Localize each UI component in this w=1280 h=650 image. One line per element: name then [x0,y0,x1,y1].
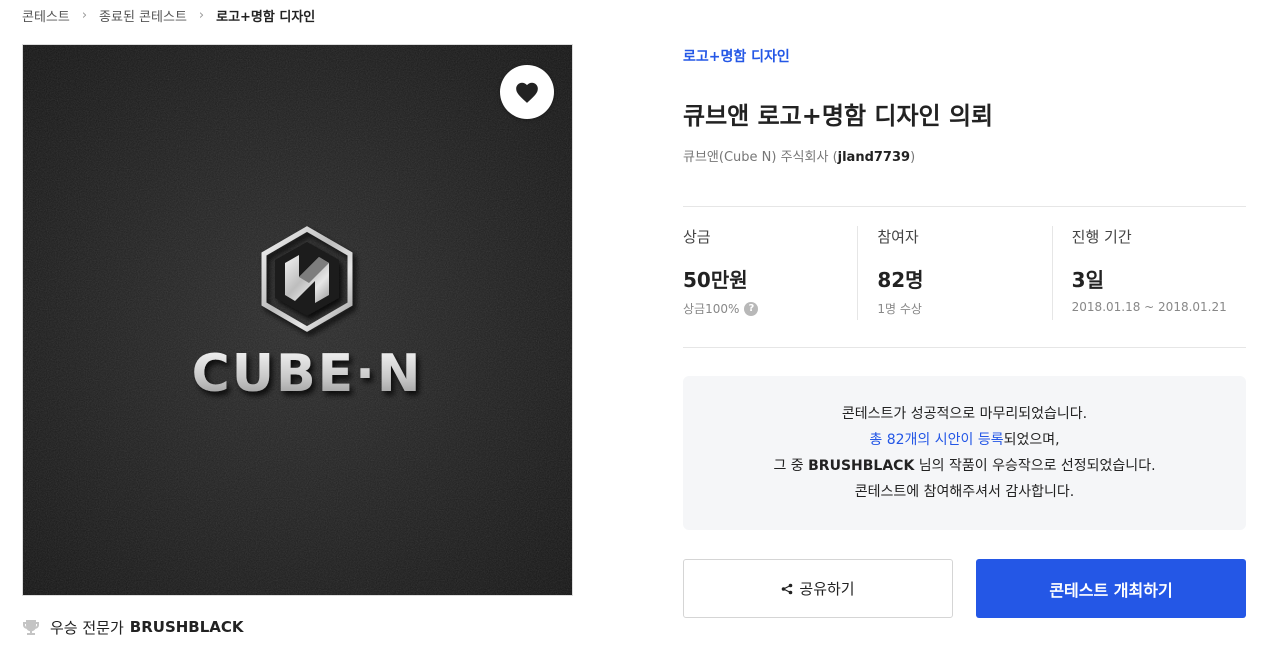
contest-result-notice: 콘테스트가 성공적으로 마무리되었습니다. 총 82개의 시안이 등록되었으며,… [683,376,1246,530]
heart-icon [516,82,538,103]
winner-name[interactable]: BRUSHBLACK [130,618,244,636]
breadcrumb-item-contest[interactable]: 콘테스트 [22,6,70,25]
contest-title: 큐브앤 로고+명함 디자인 의뢰 [683,102,994,130]
stat-participants-sub: 1명 수상 [877,302,922,316]
notice-line-4: 콘테스트에 참여해주셔서 감사합니다. [854,484,1075,500]
contest-winning-image[interactable]: CUBE·N [22,44,573,596]
client-company: 큐브앤(Cube N) 주식회사 [683,150,829,165]
notice-line-3-post: 님의 작품이 우승작으로 선정되었습니다. [914,458,1156,474]
logo-text: CUBE·N [192,344,423,404]
winner-info: 우승 전문가 BRUSHBLACK [22,616,244,638]
client-info: 큐브앤(Cube N) 주식회사 (jland7739) [683,146,915,165]
stat-prize-sub-text: 상금100% [683,302,740,316]
stat-prize-sub: 상금100% ? [683,300,857,317]
notice-line-2: 총 82개의 시안이 등록되었으며, [869,427,1059,453]
cube-n-logo-image: CUBE·N [23,45,572,595]
breadcrumb: 콘테스트 › 종료된 콘테스트 › 로고+명함 디자인 [22,5,315,25]
stat-prize-label: 상금 [683,228,711,246]
host-contest-button-label: 콘테스트 개최하기 [1049,580,1173,600]
stat-participants: 참여자 82명 1명 수상 [857,226,1051,320]
contest-stats: 상금 50만원 상금100% ? 참여자 82명 1명 수상 진행 기간 3일 … [683,226,1246,320]
stat-duration: 진행 기간 3일 2018.01.18 ~ 2018.01.21 [1051,226,1246,320]
divider [683,206,1246,207]
notice-line-3-pre: 그 중 [773,458,809,474]
host-contest-button[interactable]: 콘테스트 개최하기 [976,559,1246,618]
notice-line-3: 그 중 BRUSHBLACK 님의 작품이 우승작으로 선정되었습니다. [773,453,1155,479]
divider [683,347,1246,348]
share-button-label: 공유하기 [799,580,855,598]
notice-line-2-rest: 되었으며, [1003,432,1060,448]
contest-category-link[interactable]: 로고+명함 디자인 [683,46,790,66]
trophy-icon [22,618,40,636]
submissions-link[interactable]: 총 82개의 시안이 등록 [869,432,1003,448]
chevron-right-icon: › [198,7,205,23]
help-icon[interactable]: ? [744,301,759,316]
share-icon [781,583,793,595]
breadcrumb-item-current: 로고+명함 디자인 [216,9,316,25]
stat-participants-value: 82명 [877,268,924,292]
notice-line-1: 콘테스트가 성공적으로 마무리되었습니다. [841,406,1088,422]
stat-prize: 상금 50만원 상금100% ? [683,226,857,320]
share-button[interactable]: 공유하기 [683,559,953,618]
client-id[interactable]: jland7739 [838,150,910,165]
notice-winner-name: BRUSHBLACK [808,458,915,474]
chevron-right-icon: › [81,7,88,23]
client-id-close-paren: ) [910,150,916,165]
stat-prize-value: 50만원 [683,268,748,292]
stat-duration-value: 3일 [1071,268,1104,292]
like-button[interactable] [500,65,554,119]
stat-duration-label: 진행 기간 [1071,228,1132,246]
stat-duration-sub: 2018.01.18 ~ 2018.01.21 [1071,300,1227,314]
winner-label: 우승 전문가 [50,618,124,637]
stat-participants-label: 참여자 [877,228,919,246]
breadcrumb-item-ended-contests[interactable]: 종료된 콘테스트 [99,6,187,25]
